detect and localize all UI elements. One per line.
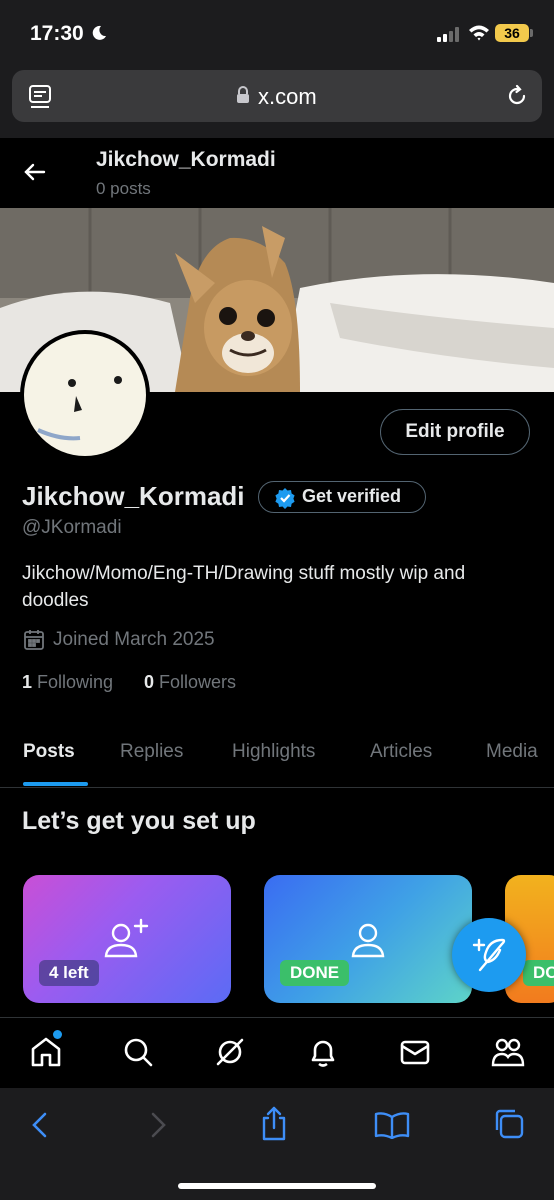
tabs-divider: [0, 787, 554, 788]
search-icon[interactable]: [122, 1036, 154, 1068]
following-label: Following: [37, 672, 114, 692]
moon-icon: [91, 25, 107, 41]
following-count: 1: [22, 672, 33, 692]
profile-handle: @JKormadi: [22, 517, 122, 538]
tab-articles[interactable]: Articles: [370, 741, 432, 763]
lock-icon: [236, 86, 250, 104]
browser-forward-icon[interactable]: [148, 1111, 168, 1139]
profile-bio: Jikchow/Momo/Eng-TH/Drawing stuff mostly…: [22, 563, 466, 611]
setup-card-badge: DONE: [280, 960, 350, 986]
battery-indicator: 36: [495, 24, 529, 42]
home-icon[interactable]: [30, 1036, 62, 1068]
notification-dot: [53, 1030, 62, 1039]
setup-card-badge: DONE: [523, 960, 554, 986]
battery-tip: [530, 29, 533, 37]
grok-icon[interactable]: [214, 1036, 246, 1068]
profile-avatar[interactable]: [20, 330, 150, 460]
messages-icon[interactable]: [399, 1036, 431, 1068]
reader-mode-icon[interactable]: [28, 84, 52, 110]
cellular-signal-icon: [437, 27, 461, 42]
home-indicator: [178, 1183, 376, 1189]
calendar-icon: [23, 629, 45, 651]
following-link[interactable]: 1 Following: [22, 672, 113, 693]
tab-highlights[interactable]: Highlights: [232, 741, 315, 763]
setup-title: Let’s get you set up: [22, 807, 256, 835]
wifi-icon: [468, 24, 490, 42]
status-time: 17:30: [30, 22, 84, 45]
back-arrow-icon[interactable]: [23, 160, 47, 184]
person-add-icon: [103, 918, 151, 960]
edit-profile-button[interactable]: Edit profile: [380, 409, 530, 455]
setup-card-badge: 4 left: [39, 960, 99, 986]
header-name: Jikchow_Kormadi: [96, 148, 276, 171]
tab-posts[interactable]: Posts: [23, 741, 75, 763]
followers-count: 0: [144, 672, 155, 692]
share-icon[interactable]: [259, 1106, 289, 1142]
followers-link[interactable]: 0 Followers: [144, 672, 236, 693]
tab-media[interactable]: Media: [486, 741, 538, 763]
notifications-icon[interactable]: [307, 1036, 339, 1068]
joined-date: Joined March 2025: [53, 629, 215, 650]
url-text[interactable]: x.com: [258, 84, 317, 110]
tabs-icon[interactable]: [493, 1108, 525, 1140]
get-verified-label[interactable]: Get verified: [302, 486, 401, 507]
bookmarks-icon[interactable]: [374, 1111, 410, 1139]
verified-badge-icon: [274, 487, 296, 509]
header-post-count: 0 posts: [96, 179, 151, 198]
active-tab-indicator: [23, 782, 88, 786]
followers-label: Followers: [159, 672, 237, 692]
browser-back-icon[interactable]: [30, 1111, 50, 1139]
reload-icon[interactable]: [505, 84, 529, 108]
display-name: Jikchow_Kormadi: [22, 481, 245, 511]
person-icon: [350, 918, 386, 960]
communities-icon[interactable]: [491, 1036, 525, 1068]
tab-replies[interactable]: Replies: [120, 741, 183, 763]
compose-post-button[interactable]: [452, 918, 526, 992]
bottom-nav-divider: [0, 1017, 554, 1018]
